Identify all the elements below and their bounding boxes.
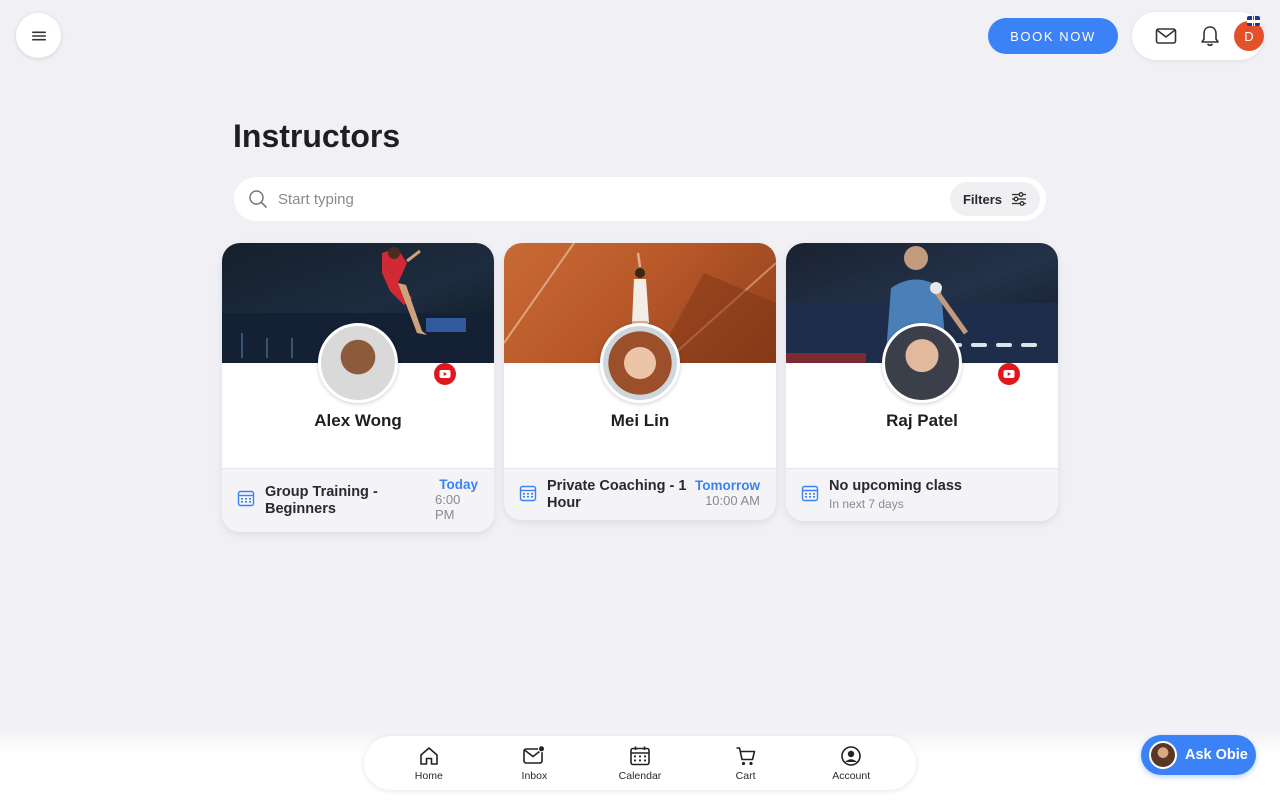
calendar-icon [519,484,539,502]
search-input[interactable] [278,190,918,208]
class-hour: 6:00 PM [435,492,461,522]
menu-button[interactable] [16,13,61,58]
calendar-icon [629,744,651,768]
ask-obie-label: Ask Obie [1185,747,1248,763]
nav-inbox[interactable]: Inbox [494,744,574,782]
nav-label: Inbox [521,770,548,782]
class-time: Today 6:00 PM [428,477,478,522]
youtube-icon[interactable] [998,363,1020,385]
nav-home[interactable]: Home [389,744,469,782]
nav-label: Calendar [618,770,662,782]
nav-label: Cart [735,770,756,782]
inbox-icon [522,744,546,768]
search-bar: Filters [234,177,1046,221]
filters-button[interactable]: Filters [950,182,1040,216]
calendar-icon [237,489,257,507]
account-icon [840,744,862,768]
instructor-photo [318,323,398,403]
home-icon [418,744,440,768]
hamburger-icon [31,31,46,40]
nav-calendar[interactable]: Calendar [600,744,680,782]
calendar-icon [801,484,821,502]
nav-cart[interactable]: Cart [706,744,786,782]
notifications-button[interactable] [1188,14,1232,58]
top-actions: D [1132,12,1264,60]
class-day: Today [439,477,478,492]
language-flag-icon[interactable] [1247,16,1260,26]
mail-icon [1155,28,1177,44]
page-title: Instructors [233,118,401,154]
ask-obie-button[interactable]: Ask Obie [1141,735,1256,775]
class-day: Tomorrow [695,478,760,493]
filters-label: Filters [962,191,1002,207]
next-class[interactable]: No upcoming class In next 7 days [786,468,1058,521]
youtube-icon[interactable] [434,363,456,385]
sliders-icon [1012,192,1026,206]
bell-icon [1201,26,1219,47]
class-title: No upcoming class [829,478,962,494]
instructor-photo [882,323,962,403]
nav-label: Home [414,770,443,782]
class-hour: 10:00 AM [705,493,760,508]
next-class[interactable]: Private Coaching - 1 Hour Tomorrow 10:00… [504,468,776,520]
class-status: No upcoming class In next 7 days [829,478,1042,513]
class-title: Group Training - Beginners [265,484,378,517]
class-subtitle: In next 7 days [829,497,904,511]
instructor-card[interactable]: Mei Lin Private Coaching - 1 Hour Tomorr… [504,243,776,520]
assistant-avatar [1149,741,1177,769]
nav-account[interactable]: Account [811,744,891,782]
nav-label: Account [832,770,871,782]
mail-button[interactable] [1144,14,1188,58]
class-title: Private Coaching - 1 Hour [547,478,687,511]
next-class[interactable]: Group Training - Beginners Today 6:00 PM [222,468,494,532]
bottom-nav: Home Inbox Calendar Cart Account [364,736,916,790]
book-now-button[interactable]: BOOK NOW [988,18,1118,54]
search-icon [248,189,268,209]
class-time: Tomorrow 10:00 AM [695,478,760,508]
instructor-photo [600,323,680,403]
instructor-card[interactable]: Raj Patel No upcoming class In next 7 da… [786,243,1058,521]
instructor-card[interactable]: Alex Wong Group Training - Beginners Tod… [222,243,494,532]
cart-icon [735,744,757,768]
